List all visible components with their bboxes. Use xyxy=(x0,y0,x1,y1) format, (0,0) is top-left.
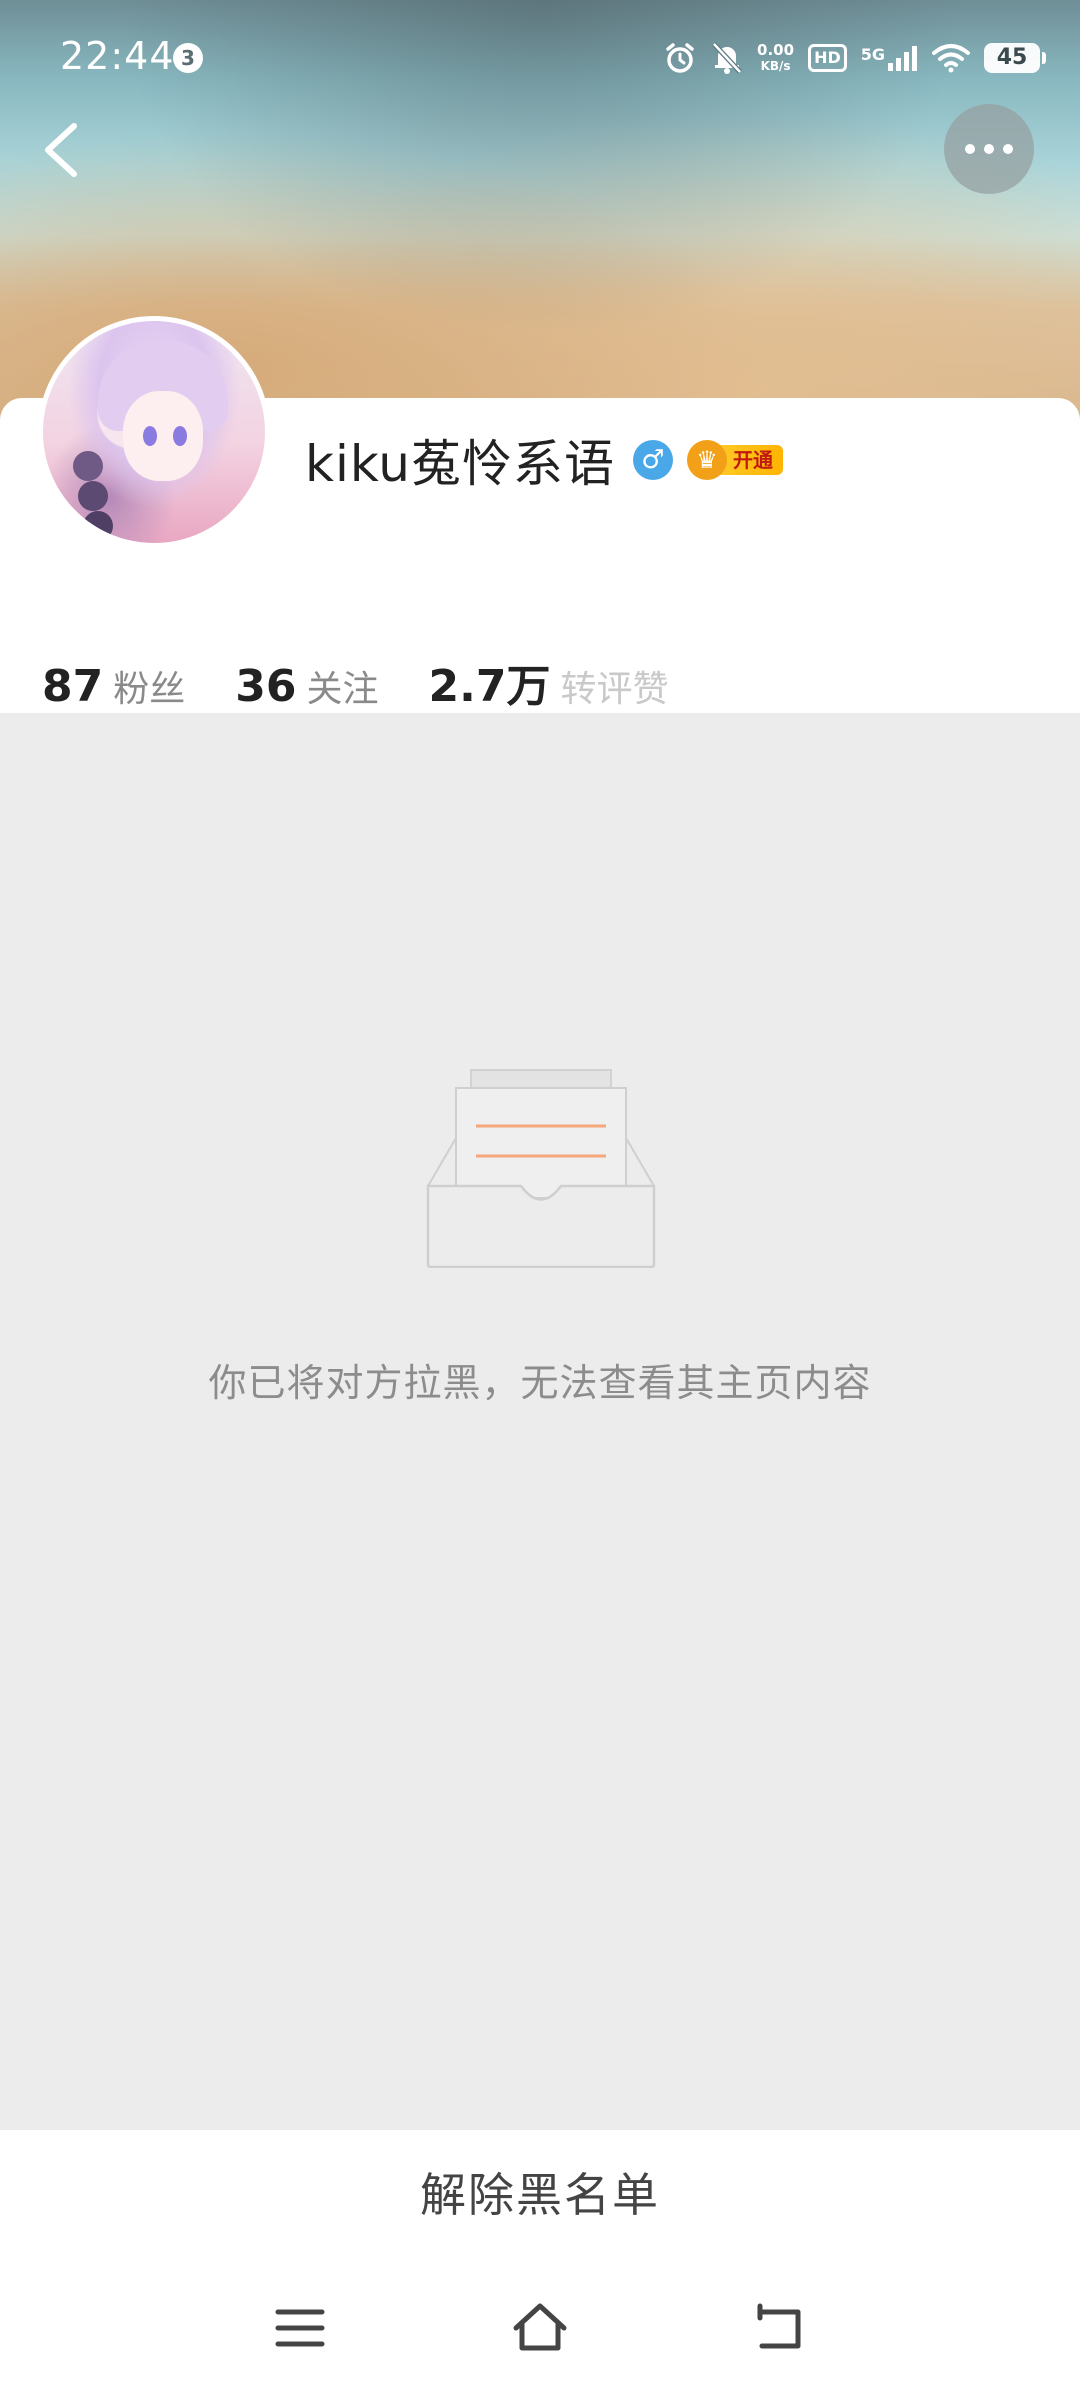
stat-following[interactable]: 36 关注 xyxy=(235,660,378,712)
back-button[interactable] xyxy=(30,110,100,190)
net-speed: 0.00 KB/s xyxy=(757,42,794,74)
mute-bell-icon xyxy=(712,42,742,74)
avatar-eye-shape xyxy=(143,426,157,446)
profile-name-row: kiku菟怜系语 ♂ ♛ 开通 xyxy=(305,425,783,495)
stat-value: 36 xyxy=(235,661,297,712)
signal-bars-icon xyxy=(888,46,917,71)
wifi-icon xyxy=(932,44,970,73)
stat-label: 关注 xyxy=(306,669,379,710)
menu-icon[interactable] xyxy=(270,2298,330,2358)
status-icons: 0.00 KB/s HD 5G 45 xyxy=(663,36,1046,80)
profile-stats: 87 粉丝 36 关注 2.7万 转评赞 xyxy=(42,650,718,714)
avatar-beads-shape xyxy=(73,451,103,481)
battery-indicator: 45 xyxy=(984,43,1046,73)
more-dot-icon xyxy=(1003,144,1013,154)
stat-label: 粉丝 xyxy=(113,669,186,710)
empty-inbox-icon xyxy=(426,1069,656,1268)
stat-interactions: 2.7万 转评赞 xyxy=(429,650,669,714)
net-speed-unit: KB/s xyxy=(760,59,791,73)
status-time: 22:44 xyxy=(60,34,175,78)
signal-strength: 5G xyxy=(861,45,918,71)
hd-badge: HD xyxy=(808,44,847,72)
vip-open-badge[interactable]: ♛ 开通 xyxy=(686,440,783,480)
notification-count-badge: 3 xyxy=(173,43,203,73)
status-bar: 22:44 3 0.00 KB/s HD 5G 45 xyxy=(0,0,1080,120)
crown-icon: ♛ xyxy=(686,440,727,480)
home-icon[interactable] xyxy=(510,2298,570,2358)
stat-value: 87 xyxy=(42,661,104,712)
stat-followers[interactable]: 87 粉丝 xyxy=(42,660,185,712)
bottom-panel: 解除黑名单 xyxy=(0,2130,1080,2388)
stat-value: 2.7万 xyxy=(428,661,551,712)
unblock-button[interactable]: 解除黑名单 xyxy=(0,2130,1080,2260)
stat-label: 转评赞 xyxy=(560,669,669,710)
net-speed-value: 0.00 xyxy=(757,41,795,59)
chevron-left-icon xyxy=(45,123,77,177)
avatar[interactable] xyxy=(38,316,270,548)
more-options-button[interactable] xyxy=(944,104,1034,194)
male-gender-icon: ♂ xyxy=(632,440,673,480)
back-nav-icon[interactable] xyxy=(750,2298,810,2358)
alarm-icon xyxy=(666,43,694,73)
system-nav-bar xyxy=(0,2280,1080,2380)
profile-page: 22:44 3 0.00 KB/s HD 5G 45 kiku菟怜系语 ♂ ♛ … xyxy=(0,0,1080,2388)
avatar-eye-shape xyxy=(173,426,187,446)
username: kiku菟怜系语 xyxy=(305,435,615,493)
avatar-face-shape xyxy=(123,391,203,481)
blocked-message: 你已将对方拉黑，无法查看其主页内容 xyxy=(208,1361,872,1405)
more-dot-icon xyxy=(965,144,975,154)
network-type: 5G xyxy=(860,45,885,64)
more-dot-icon xyxy=(984,144,994,154)
